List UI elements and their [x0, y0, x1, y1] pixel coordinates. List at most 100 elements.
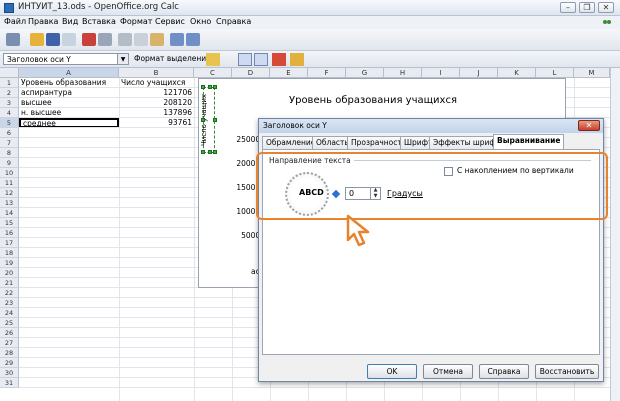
- row-header[interactable]: 10: [0, 168, 19, 178]
- new-icon[interactable]: [6, 33, 20, 46]
- column-header[interactable]: D: [232, 68, 270, 78]
- row-header[interactable]: 28: [0, 348, 19, 358]
- standard-toolbar: [0, 29, 620, 51]
- vertical-scrollbar[interactable]: [610, 68, 620, 401]
- cut-icon[interactable]: [118, 33, 132, 46]
- undo-icon[interactable]: [170, 33, 184, 46]
- row-header[interactable]: 5: [0, 118, 19, 128]
- corner-select-all[interactable]: [0, 68, 19, 78]
- row-header[interactable]: 15: [0, 218, 19, 228]
- row-header[interactable]: 8: [0, 148, 19, 158]
- save-icon[interactable]: [46, 33, 60, 46]
- menu-view[interactable]: Вид: [62, 17, 78, 26]
- column-header[interactable]: K: [498, 68, 536, 78]
- vertical-grid-icon[interactable]: [254, 53, 268, 66]
- mouse-pointer-icon: [346, 214, 370, 247]
- menu-help[interactable]: Справка: [216, 17, 251, 26]
- row-header[interactable]: 25: [0, 318, 19, 328]
- redo-icon[interactable]: [186, 33, 200, 46]
- column-header[interactable]: F: [308, 68, 346, 78]
- chart-type-icon[interactable]: [206, 53, 220, 66]
- column-header[interactable]: B: [119, 68, 194, 78]
- ok-button[interactable]: OK: [367, 364, 417, 379]
- row-header[interactable]: 9: [0, 158, 19, 168]
- pdf-icon[interactable]: [82, 33, 96, 46]
- menu-edit[interactable]: Правка: [28, 17, 58, 26]
- row-header[interactable]: 2: [0, 88, 19, 98]
- menu-insert[interactable]: Вставка: [82, 17, 116, 26]
- selection-handle[interactable]: [213, 118, 217, 122]
- menu-file[interactable]: Файл: [4, 17, 26, 26]
- chart-title[interactable]: Уровень образования учащихся: [289, 95, 457, 106]
- selection-handle[interactable]: [208, 85, 212, 89]
- chevron-down-icon[interactable]: ▼: [117, 53, 129, 65]
- row-header[interactable]: 19: [0, 258, 19, 268]
- selection-handle[interactable]: [201, 85, 205, 89]
- row-header[interactable]: 14: [0, 208, 19, 218]
- column-header[interactable]: J: [460, 68, 498, 78]
- row-header[interactable]: 29: [0, 358, 19, 368]
- row-header[interactable]: 13: [0, 198, 19, 208]
- selection-handle[interactable]: [201, 118, 205, 122]
- row-header[interactable]: 1: [0, 78, 19, 88]
- y-axis-title-selected[interactable]: Число учащих: [200, 85, 217, 154]
- calc-app-icon: [4, 3, 14, 13]
- row-header[interactable]: 21: [0, 278, 19, 288]
- row-header[interactable]: 12: [0, 188, 19, 198]
- row-header[interactable]: 6: [0, 128, 19, 138]
- row-header[interactable]: 22: [0, 288, 19, 298]
- column-header[interactable]: I: [422, 68, 460, 78]
- row-header[interactable]: 24: [0, 308, 19, 318]
- grid-line: [19, 387, 610, 388]
- tab-borders[interactable]: Обрамление: [262, 136, 320, 149]
- row-header[interactable]: 4: [0, 108, 19, 118]
- row-header[interactable]: 31: [0, 378, 19, 388]
- column-header[interactable]: E: [270, 68, 308, 78]
- row-header[interactable]: 7: [0, 138, 19, 148]
- close-window-button[interactable]: ✕: [598, 2, 614, 13]
- row-header[interactable]: 20: [0, 268, 19, 278]
- title-bar: ИНТУИТ_13.ods - OpenOffice.org Calc – ❐ …: [0, 0, 620, 16]
- horizontal-grid-icon[interactable]: [238, 53, 252, 66]
- copy-icon[interactable]: [134, 33, 148, 46]
- row-header[interactable]: 11: [0, 178, 19, 188]
- column-header[interactable]: M: [574, 68, 610, 78]
- help-button[interactable]: Справка: [479, 364, 529, 379]
- doc-close-icon[interactable]: [602, 17, 612, 27]
- reset-button[interactable]: Восстановить: [535, 364, 599, 379]
- selection-handle[interactable]: [213, 150, 217, 154]
- menu-tools[interactable]: Сервис: [155, 17, 185, 26]
- print-icon[interactable]: [98, 33, 112, 46]
- minimize-button[interactable]: –: [560, 2, 576, 13]
- column-header[interactable]: A: [19, 68, 119, 78]
- row-header[interactable]: 16: [0, 228, 19, 238]
- selection-handle[interactable]: [213, 85, 217, 89]
- row-header[interactable]: 30: [0, 368, 19, 378]
- legend-icon[interactable]: [272, 53, 286, 66]
- row-header[interactable]: 27: [0, 338, 19, 348]
- row-header[interactable]: 18: [0, 248, 19, 258]
- paste-icon[interactable]: [150, 33, 164, 46]
- column-header[interactable]: G: [346, 68, 384, 78]
- selection-handle[interactable]: [201, 150, 205, 154]
- format-selection-button[interactable]: Формат выделения: [134, 54, 211, 63]
- open-icon[interactable]: [30, 33, 44, 46]
- mail-icon[interactable]: [62, 33, 76, 46]
- window-title: ИНТУИТ_13.ods - OpenOffice.org Calc: [18, 2, 179, 12]
- column-header[interactable]: H: [384, 68, 422, 78]
- row-header[interactable]: 3: [0, 98, 19, 108]
- selection-handle[interactable]: [208, 150, 212, 154]
- column-header[interactable]: L: [536, 68, 574, 78]
- chart-data-icon[interactable]: [290, 53, 304, 66]
- row-header[interactable]: 23: [0, 298, 19, 308]
- dialog-close-button[interactable]: ✕: [578, 120, 600, 131]
- cancel-button[interactable]: Отмена: [423, 364, 473, 379]
- column-header[interactable]: C: [194, 68, 232, 78]
- maximize-button[interactable]: ❐: [579, 2, 595, 13]
- name-box[interactable]: Заголовок оси Y: [3, 53, 129, 65]
- row-header[interactable]: 26: [0, 328, 19, 338]
- row-header[interactable]: 17: [0, 238, 19, 248]
- menu-window[interactable]: Окно: [190, 17, 211, 26]
- tab-alignment[interactable]: Выравнивание: [493, 134, 565, 149]
- menu-format[interactable]: Формат: [120, 17, 152, 26]
